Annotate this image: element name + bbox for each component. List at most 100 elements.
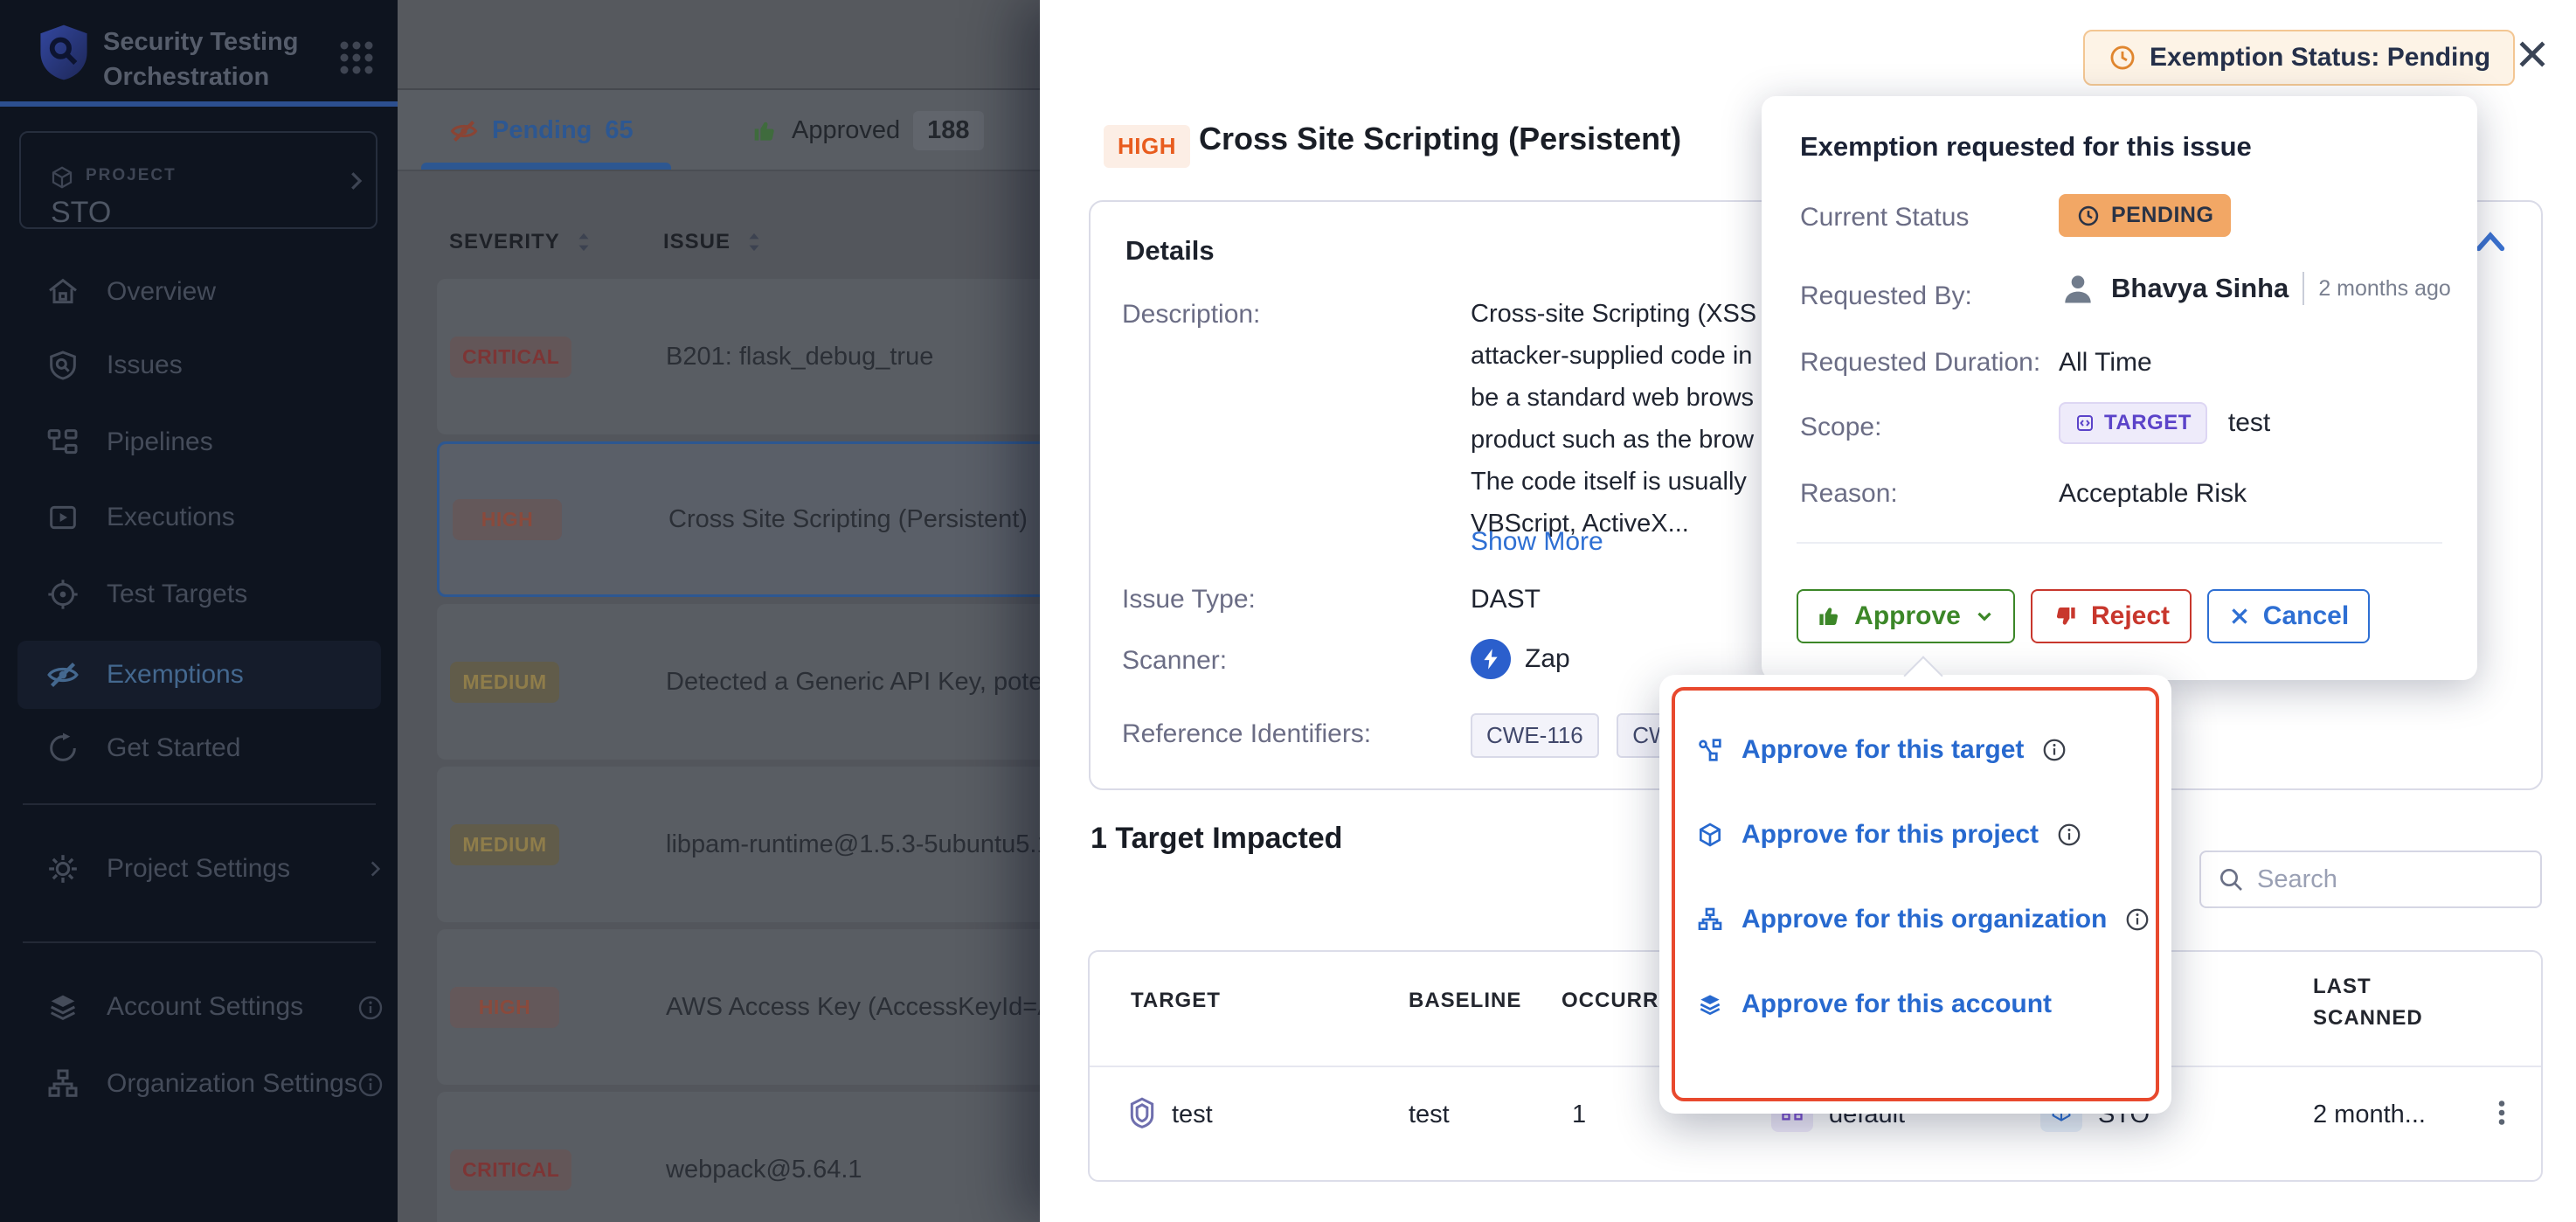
tab-approved-count: 188 [913, 111, 983, 150]
scope-label: Scope: [1800, 413, 1881, 442]
requested-ago: 2 months ago [2318, 276, 2451, 302]
target-search[interactable] [2199, 851, 2542, 908]
target-occurrences: 1 [1572, 1100, 1586, 1129]
sidebar-item-overview[interactable]: Overview [17, 258, 381, 326]
menu-item-approve-project[interactable]: Approve for this project [1696, 814, 2082, 856]
column-target: TARGET [1131, 989, 1221, 1013]
column-severity[interactable]: SEVERITY [449, 230, 593, 254]
menu-item-approve-organization[interactable]: Approve for this organization [1696, 899, 2150, 941]
approve-target-icon [1696, 736, 1724, 764]
clock-icon [2108, 43, 2137, 73]
reference-chip[interactable]: CWE-116 [1471, 713, 1599, 758]
sidebar-item-issues[interactable]: Issues [17, 331, 381, 399]
popup-divider [1797, 542, 2442, 544]
menu-item-approve-account[interactable]: Approve for this account [1696, 983, 2052, 1025]
sidebar-item-exemptions[interactable]: Exemptions [17, 641, 381, 709]
sidebar-item-project-settings[interactable]: Project Settings [17, 835, 381, 903]
project-cube-icon [49, 164, 75, 191]
tab-pending-count: 65 [605, 116, 633, 145]
sidebar-item-label: Get Started [107, 733, 240, 763]
chevron-down-icon [1973, 605, 1996, 628]
sidebar-item-get-started[interactable]: Get Started [17, 714, 381, 782]
issue-name: B201: flask_debug_true [666, 343, 933, 371]
issue-name: Cross Site Scripting (Persistent) [668, 505, 1028, 534]
cancel-button[interactable]: Cancel [2207, 589, 2370, 643]
approve-button[interactable]: Approve [1797, 589, 2015, 643]
divider [2302, 272, 2304, 305]
requested-duration-label: Requested Duration: [1800, 348, 2040, 378]
info-icon[interactable] [357, 1071, 384, 1099]
active-tab-underline [421, 163, 671, 170]
menu-item-approve-target[interactable]: Approve for this target [1696, 729, 2067, 771]
issue-row[interactable]: MEDIUM Detected a Generic API Key, poten… [437, 604, 1040, 760]
chevron-right-icon [343, 168, 369, 194]
issue-type-label: Issue Type: [1122, 585, 1256, 614]
kebab-menu-icon[interactable] [2486, 1097, 2517, 1128]
issue-row[interactable]: CRITICAL B201: flask_debug_true [437, 279, 1040, 434]
search-input[interactable] [2257, 865, 2519, 894]
sidebar-divider [23, 941, 376, 943]
thumbs-up-icon [751, 117, 779, 145]
approve-button-label: Approve [1854, 601, 1961, 631]
tab-approved[interactable]: Approved 188 [751, 90, 984, 171]
pending-status-badge: PENDING [2059, 194, 2231, 237]
severity-badge: MEDIUM [450, 662, 559, 703]
reason-label: Reason: [1800, 479, 1898, 509]
page-header-strip [398, 0, 1040, 90]
project-selector[interactable]: PROJECT STO [19, 131, 377, 229]
scanner-label: Scanner: [1122, 646, 1227, 676]
tab-approved-label: Approved [792, 116, 900, 145]
info-icon[interactable] [2041, 737, 2067, 763]
info-icon[interactable] [2124, 906, 2150, 933]
module-grid-icon[interactable] [336, 37, 377, 79]
current-status-label: Current Status [1800, 203, 1969, 233]
app-screen: Security Testing Orchestration PROJECT S… [0, 0, 2576, 1222]
sidebar-item-label: Test Targets [107, 580, 247, 609]
sidebar-item-pipelines[interactable]: Pipelines [17, 408, 381, 476]
close-icon[interactable] [2513, 35, 2552, 73]
project-cube-icon [1696, 821, 1724, 849]
issue-row[interactable]: CRITICAL webpack@5.64.1 [437, 1092, 1040, 1222]
sidebar-item-label: Executions [107, 503, 235, 532]
sidebar-item-executions[interactable]: Executions [17, 483, 381, 552]
targets-impacted-heading: 1 Target Impacted [1091, 822, 1342, 856]
issue-row[interactable]: MEDIUM libpam-runtime@1.5.3-5ubuntu5.1 [437, 767, 1040, 922]
project-label: PROJECT [86, 166, 177, 185]
issue-row-selected[interactable]: HIGH Cross Site Scripting (Persistent) [437, 441, 1040, 597]
issue-name: Detected a Generic API Key, potential [666, 668, 1040, 697]
info-icon[interactable] [2056, 822, 2082, 848]
exemptions-list-panel: Pending 65 Approved 188 SEVERITY [398, 0, 1040, 1222]
project-name: STO [51, 196, 111, 230]
sidebar-accent-line [0, 101, 398, 107]
sidebar-item-organization-settings[interactable]: Organization Settings [17, 1050, 381, 1118]
scanner-name: Zap [1525, 644, 1570, 674]
requested-by-label: Requested By: [1800, 281, 1972, 311]
eye-slash-icon [449, 116, 479, 146]
reject-button[interactable]: Reject [2031, 589, 2192, 643]
severity-badge: HIGH [450, 987, 559, 1028]
sidebar-item-account-settings[interactable]: Account Settings [17, 973, 381, 1041]
issue-name: libpam-runtime@1.5.3-5ubuntu5.1 [666, 830, 1040, 859]
column-issue[interactable]: ISSUE [663, 230, 764, 254]
info-icon[interactable] [357, 994, 384, 1022]
chevron-up-icon[interactable] [2473, 226, 2508, 256]
severity-badge: MEDIUM [450, 824, 559, 865]
get-started-icon [45, 731, 80, 766]
description-label: Description: [1122, 300, 1260, 330]
description-text: Cross-site Scripting (XSS attacker-suppl… [1471, 293, 1803, 545]
issue-name: AWS Access Key (AccessKeyId=AKIAI [666, 993, 1040, 1022]
issue-row[interactable]: HIGH AWS Access Key (AccessKeyId=AKIAI [437, 929, 1040, 1085]
app-logo-shield-icon [38, 23, 89, 82]
layers-icon [45, 989, 80, 1024]
sidebar-item-test-targets[interactable]: Test Targets [17, 560, 381, 628]
show-more-link[interactable]: Show More [1471, 527, 1603, 557]
chevron-right-icon [364, 857, 386, 880]
org-chart-icon [45, 1066, 80, 1101]
sidebar-item-label: Overview [107, 277, 216, 307]
sort-icon[interactable] [744, 230, 764, 254]
tab-pending[interactable]: Pending 65 [449, 90, 634, 171]
issue-title: Cross Site Scripting (Persistent) [1199, 121, 1681, 157]
sidebar-item-label: Issues [107, 351, 183, 380]
sort-icon[interactable] [574, 230, 593, 254]
sidebar-divider [23, 803, 376, 805]
